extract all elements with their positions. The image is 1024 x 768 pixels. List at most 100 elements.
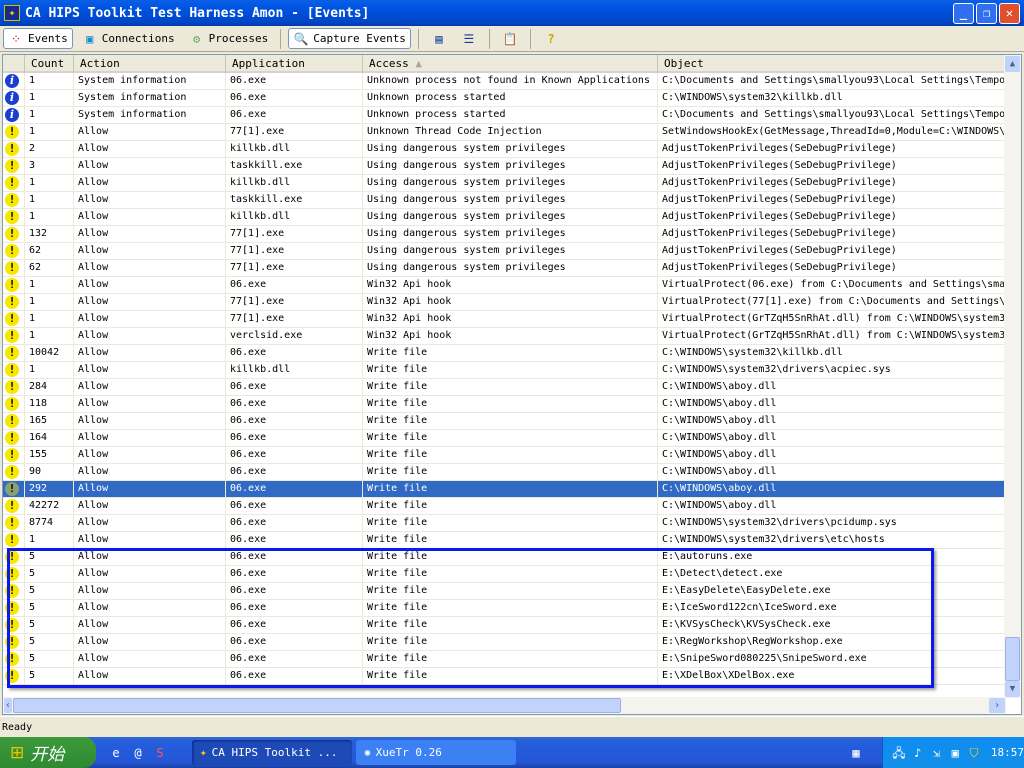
application-cell: 06.exe [226,532,363,548]
scroll-up-button[interactable]: ▲ [1005,56,1020,72]
events-list[interactable]: Count Action Application Access ▲ Object… [2,54,1022,715]
warning-icon: ! [5,516,19,530]
capture-events-button[interactable]: 🔍 Capture Events [288,28,411,49]
table-row[interactable]: ! 90 Allow 06.exe Write file C:\WINDOWS\aboy.… [3,464,1006,481]
application-cell: 06.exe [226,430,363,446]
object-cell: C:\WINDOWS\system32\drivers\pcidump.sys [662,517,897,528]
table-row[interactable]: ! 132 Allow 77[1].exe Using dangerous system… [3,226,1006,243]
table-row[interactable]: ! 5 Allow 06.exe Write file E:\Detect\detect.… [3,566,1006,583]
table-row[interactable]: ! 1 Allow verclsid.exe Win32 Api hook Virtual… [3,328,1006,345]
taskbar-item-xuetr[interactable]: ✺ XueTr 0.26 [356,740,516,765]
table-row[interactable]: ! 8774 Allow 06.exe Write file C:\WINDOWS\sys… [3,515,1006,532]
network-icon[interactable]: 🖧 [891,745,907,761]
table-row[interactable]: ! 5 Allow 06.exe Write file E:\autoruns.exe [3,549,1006,566]
object-cell: VirtualProtect(06.exe) from C:\Documents… [662,279,1006,290]
taskbar-item-ca-hips[interactable]: ✦ CA HIPS Toolkit ... [192,740,352,765]
tile-button[interactable]: ☰ [456,28,482,49]
internet-explorer-icon[interactable]: e [108,745,124,761]
access-cell: Write file [363,481,658,497]
table-row[interactable]: i 1 System information 06.exe Unknown proces… [3,90,1006,107]
access-cell: Using dangerous system privileges [363,209,658,225]
shield-icon[interactable]: ⛉ [966,745,982,761]
object-cell: AdjustTokenPrivileges(SeDebugPrivilege) [662,177,897,188]
count-cell: 155 [25,447,74,463]
horizontal-scrollbar[interactable]: ‹ › [3,697,1006,714]
application-cell: 06.exe [226,277,363,293]
table-row[interactable]: ! 5 Allow 06.exe Write file E:\EasyDelete\Eas… [3,583,1006,600]
close-button[interactable]: ✕ [999,3,1020,24]
table-row[interactable]: ! 5 Allow 06.exe Write file E:\KVSysCheck\KVS… [3,617,1006,634]
table-row[interactable]: ! 1 Allow 77[1].exe Win32 Api hook VirtualPro… [3,294,1006,311]
scroll-right-button[interactable]: › [989,698,1005,713]
outlook-express-icon[interactable]: @ [130,745,146,761]
table-row[interactable]: ! 1 Allow 77[1].exe Unknown Thread Code Inje… [3,124,1006,141]
table-row[interactable]: ! 1 Allow killkb.dll Using dangerous system … [3,209,1006,226]
list-header: Count Action Application Access ▲ Object [3,55,1006,73]
column-header-severity[interactable] [3,55,25,73]
title-bar[interactable]: ✦ CA HIPS Toolkit Test Harness Amon - [E… [0,0,1024,26]
count-cell: 132 [25,226,74,242]
safely-remove-icon[interactable]: ⇲ [929,745,945,761]
table-row[interactable]: ! 3 Allow taskkill.exe Using dangerous syste… [3,158,1006,175]
table-row[interactable]: ! 164 Allow 06.exe Write file C:\WINDOWS\aboy… [3,430,1006,447]
table-row[interactable]: ! 42272 Allow 06.exe Write file C:\WINDOWS\ab… [3,498,1006,515]
table-row[interactable]: ! 62 Allow 77[1].exe Using dangerous system … [3,260,1006,277]
app-shortcut-icon[interactable]: S [152,745,168,761]
vertical-scroll-thumb[interactable] [1005,637,1020,681]
table-row[interactable]: ! 62 Allow 77[1].exe Using dangerous system … [3,243,1006,260]
table-row[interactable]: ! 155 Allow 06.exe Write file C:\WINDOWS\aboy… [3,447,1006,464]
start-button[interactable]: ⊞ 开始 [0,737,96,768]
table-row[interactable]: ! 1 Allow taskkill.exe Using dangerous syste… [3,192,1006,209]
count-cell: 1 [25,362,74,378]
column-header-application[interactable]: Application [226,55,363,73]
object-cell: E:\EasyDelete\EasyDelete.exe [662,585,831,596]
object-cell: AdjustTokenPrivileges(SeDebugPrivilege) [662,143,897,154]
table-row[interactable]: ! 10042 Allow 06.exe Write file C:\WINDOWS\sy… [3,345,1006,362]
table-row[interactable]: ! 5 Allow 06.exe Write file E:\SnipeSword0802… [3,651,1006,668]
table-row[interactable]: ! 292 Allow 06.exe Write file C:\WINDOWS\aboy… [3,481,1006,498]
scroll-left-button[interactable]: ‹ [4,698,12,713]
access-cell: Write file [363,549,658,565]
table-row[interactable]: i 1 System information 06.exe Unknown proces… [3,73,1006,90]
events-button[interactable]: ⁘ Events [3,28,73,49]
warning-icon: ! [5,278,19,292]
table-row[interactable]: ! 1 Allow 77[1].exe Win32 Api hook VirtualPro… [3,311,1006,328]
severity-cell: ! [3,396,25,412]
table-row[interactable]: ! 118 Allow 06.exe Write file C:\WINDOWS\aboy… [3,396,1006,413]
column-header-access[interactable]: Access ▲ [363,55,658,73]
minimize-button[interactable]: _ [953,3,974,24]
cascade-button[interactable]: ▤ [426,28,452,49]
table-row[interactable]: ! 1 Allow killkb.dll Write file C:\WINDOWS\sy… [3,362,1006,379]
action-cell: Allow [74,124,226,140]
system-tray: 🖧 ♪ ⇲ ▣ ⛉ 18:57 [882,737,1024,768]
table-row[interactable]: ! 1 Allow killkb.dll Using dangerous system … [3,175,1006,192]
warning-icon: ! [5,550,19,564]
table-row[interactable]: ! 5 Allow 06.exe Write file E:\XDelBox\XDelBo… [3,668,1006,685]
processes-button[interactable]: ⚙ Processes [184,28,274,49]
table-row[interactable]: ! 284 Allow 06.exe Write file C:\WINDOWS\aboy… [3,379,1006,396]
table-row[interactable]: ! 5 Allow 06.exe Write file E:\RegWorkshop\Re… [3,634,1006,651]
vertical-scrollbar[interactable]: ▲ ▼ [1004,55,1021,698]
count-cell: 5 [25,668,74,684]
access-cell: Write file [363,532,658,548]
table-row[interactable]: ! 2 Allow killkb.dll Using dangerous system … [3,141,1006,158]
display-icon[interactable]: ▣ [947,745,963,761]
table-row[interactable]: ! 165 Allow 06.exe Write file C:\WINDOWS\aboy… [3,413,1006,430]
properties-button[interactable]: 📋 [497,28,523,49]
action-cell: Allow [74,532,226,548]
volume-icon[interactable]: ♪ [910,745,926,761]
table-row[interactable]: ! 1 Allow 06.exe Win32 Api hook VirtualProtec… [3,277,1006,294]
column-header-action[interactable]: Action [74,55,226,73]
help-button[interactable]: ? [538,28,564,49]
application-cell: killkb.dll [226,362,363,378]
table-row[interactable]: ! 5 Allow 06.exe Write file E:\IceSword122cn\… [3,600,1006,617]
horizontal-scroll-thumb[interactable] [13,698,621,713]
scroll-down-button[interactable]: ▼ [1005,681,1020,697]
table-row[interactable]: ! 1 Allow 06.exe Write file C:\WINDOWS\system… [3,532,1006,549]
restore-button[interactable]: ❐ [976,3,997,24]
column-header-object[interactable]: Object [658,55,1006,73]
connections-button[interactable]: ▣ Connections [77,28,180,49]
table-row[interactable]: i 1 System information 06.exe Unknown proces… [3,107,1006,124]
keyboard-icon[interactable]: ▦ [848,745,864,761]
column-header-count[interactable]: Count [25,55,74,73]
